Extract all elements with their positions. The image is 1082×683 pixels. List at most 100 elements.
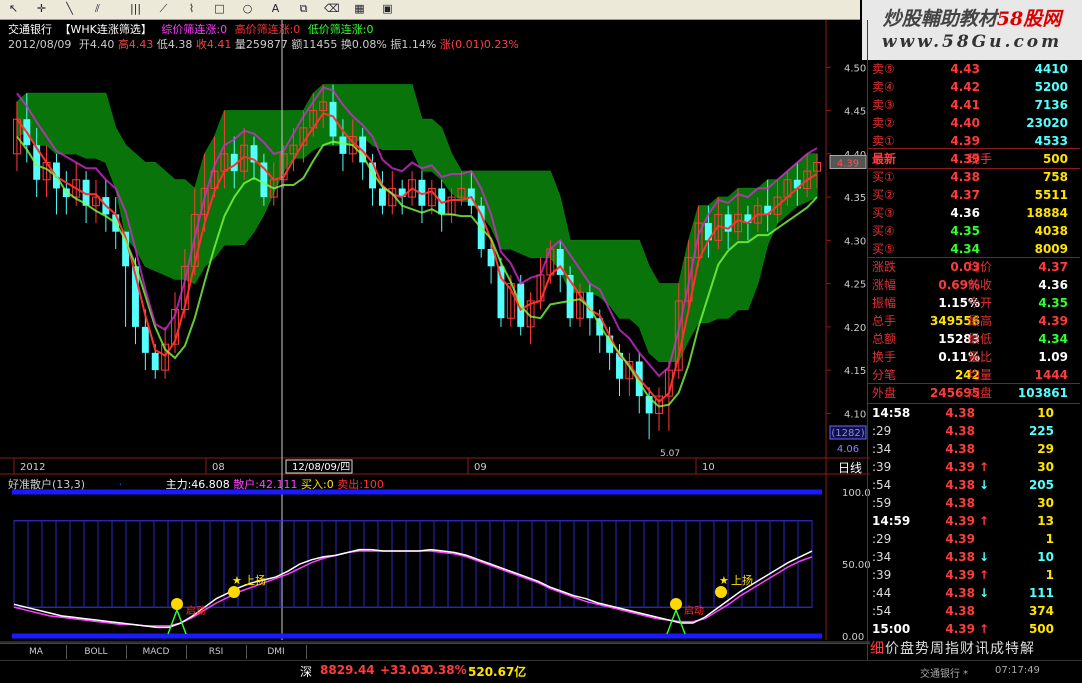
row-volume: 758 [1042, 170, 1068, 184]
detail-tab[interactable]: 解 [1020, 641, 1034, 657]
row-price: 4.37 [950, 188, 980, 202]
chart-canvas[interactable]: 4.504.454.404.354.304.254.204.154.104.39… [0, 0, 870, 660]
detail-tab[interactable]: 盘 [900, 641, 914, 657]
status-amount: 520.67亿 [468, 665, 527, 679]
detail-tab[interactable]: 特 [1005, 641, 1019, 657]
row-price: 4.42 [950, 80, 980, 94]
ask-row[interactable]: 卖② 4.40 23020 [870, 114, 1070, 132]
row-volume: 18884 [1026, 206, 1068, 220]
tab-boll[interactable]: BOLL [66, 645, 127, 659]
smiley-icon [670, 598, 682, 610]
smiley-icon [171, 598, 183, 610]
indicator-header: 好准散户(13,3) · 主力:46.808 散户:42.111 买入:0 卖出… [8, 478, 384, 491]
row-label: 买② [872, 188, 895, 202]
banner-title: 炒股輔助教材58股网 [882, 8, 1062, 30]
stat-row: 分笔 242 均量 1444 [872, 368, 1068, 382]
row-price: 4.36 [950, 206, 980, 220]
bid-row[interactable]: 买① 4.38 758 [870, 168, 1070, 186]
detail-tab[interactable]: 财 [960, 641, 974, 657]
indicator-sanhu: 散户:42.111 [233, 478, 298, 491]
tick-row: :44 4.38 ↓ 111 [872, 586, 1054, 600]
buy-label: 启动 [186, 604, 206, 617]
status-prefix: 深 [300, 665, 313, 679]
bid-row[interactable]: 买② 4.37 5511 [870, 186, 1070, 204]
x-axis-label: 08 [212, 462, 225, 473]
period-label[interactable]: 日线 [830, 460, 870, 476]
indicator-sell: 卖出:100 [337, 478, 384, 491]
indicator-tabs: MA BOLL MACD RSI DMI [0, 643, 870, 660]
ind-y-label: 0.00 [842, 632, 864, 643]
status-bar: 深 8829.44 +33.03 0.38% 520.67亿 交通银行 * 07… [0, 660, 1082, 683]
row-price: 4.35 [950, 224, 980, 238]
star-icon: ★ [719, 574, 729, 587]
row-volume: 8009 [1034, 242, 1068, 256]
y-tick-label: 4.35 [844, 193, 866, 204]
detail-tab[interactable]: 成 [990, 641, 1004, 657]
tick-row: :39 4.39 ↑ 30 [872, 460, 1054, 474]
status-change: +33.03 [380, 663, 429, 677]
bid-row[interactable]: 买⑤ 4.34 8009 [870, 240, 1070, 258]
band-box [13, 520, 813, 608]
smiley-icon [228, 586, 240, 598]
up-label: 上扬 [244, 573, 266, 587]
smiley-icon [715, 586, 727, 598]
tick-row: :54 4.38 ↓ 205 [872, 478, 1054, 492]
row-volume: 4038 [1034, 224, 1068, 238]
cursor-date: 12/08/09/四 [292, 462, 350, 473]
ask-row[interactable]: 卖③ 4.41 7136 [870, 96, 1070, 114]
detail-tab[interactable]: 指 [945, 641, 959, 657]
candle-body [141, 326, 149, 353]
detail-tab[interactable]: 价 [885, 641, 899, 657]
status-pct: 0.38% [425, 663, 467, 677]
row-label: 卖⑤ [872, 62, 895, 76]
smiley-icon-leg [176, 609, 187, 635]
panel-separator [868, 148, 1080, 149]
row-label: 卖② [872, 116, 895, 130]
indicator-name[interactable]: 好准散户(13,3) [8, 478, 85, 491]
row-label: 买④ [872, 224, 895, 238]
row-volume: 5511 [1034, 188, 1068, 202]
candle-body [151, 352, 159, 371]
tab-macd[interactable]: MACD [126, 645, 187, 659]
stat-row: 总额 15283 最低 4.34 [872, 332, 1068, 346]
panel-divider [867, 20, 868, 660]
detail-tab[interactable]: 讯 [975, 641, 989, 657]
row-price: 4.41 [950, 98, 980, 112]
detail-tab[interactable]: 细 [870, 641, 884, 657]
x-axis-label: 2012 [20, 462, 45, 473]
ind-y-label: 100.00 [842, 488, 870, 499]
bid-row[interactable]: 买④ 4.35 4038 [870, 222, 1070, 240]
tick-row: 14:58 4.38 10 [872, 406, 1054, 420]
row-label: 买⑤ [872, 242, 895, 256]
status-time: 07:17:49 [995, 665, 1040, 676]
y-tick-label: 4.10 [844, 409, 866, 420]
tab-ma[interactable]: MA [6, 645, 67, 659]
detail-tab[interactable]: 周 [930, 641, 944, 657]
row-price: 4.38 [950, 170, 980, 184]
ask-row[interactable]: 卖⑤ 4.43 4410 [870, 60, 1070, 78]
detail-tab[interactable]: 势 [915, 641, 929, 657]
tick-row: :34 4.38 29 [872, 442, 1054, 456]
row-price: 4.34 [950, 242, 980, 256]
volume-split-row: 外盘 245695 内盘 103861 [872, 386, 1068, 400]
bid-row[interactable]: 买③ 4.36 18884 [870, 204, 1070, 222]
tick-row: 15:00 4.39 ↑ 500 [872, 622, 1054, 636]
y-tick-label: 4.25 [844, 280, 866, 291]
tab-dmi[interactable]: DMI [246, 645, 307, 659]
y-tick-label: 4.30 [844, 236, 866, 247]
smiley-icon-leg [167, 609, 178, 635]
y-tick-label: 4.45 [844, 107, 866, 118]
low-mark-label: 5.07 [660, 449, 680, 459]
buy-label: 启动 [684, 604, 704, 617]
tab-rsi[interactable]: RSI [186, 645, 247, 659]
status-stock: 交通银行 * [920, 669, 969, 680]
ask-row[interactable]: 卖④ 4.42 5200 [870, 78, 1070, 96]
tick-row: :29 4.39 1 [872, 532, 1054, 546]
info-box-label: (1282) [831, 428, 864, 439]
indicator-buy: 买入:0 [300, 478, 334, 491]
row-price: 4.40 [950, 116, 980, 130]
y-tick-label: 4.50 [844, 63, 866, 74]
latest-row[interactable]: 最新 4.39 现手 500 [870, 150, 1070, 168]
row-label: 买① [872, 170, 895, 184]
detail-tabs: 细价盘势周指财讯成特解 [870, 640, 1080, 658]
